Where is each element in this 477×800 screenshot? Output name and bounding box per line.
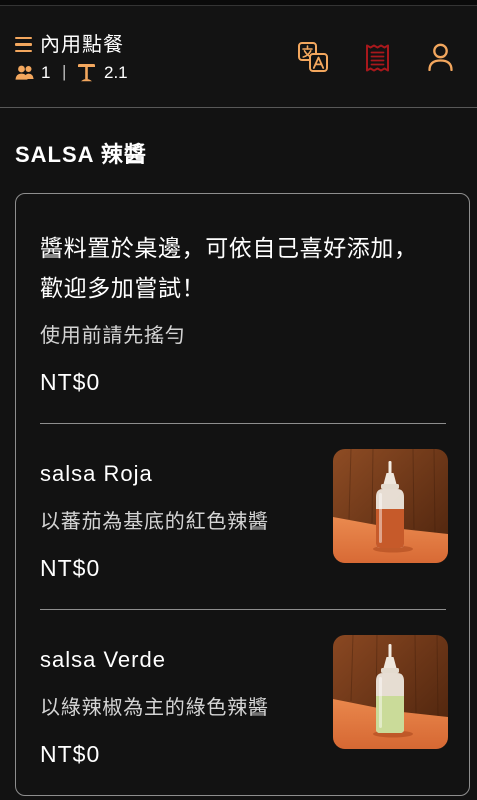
meta-separator: | <box>62 62 67 81</box>
translate-icon[interactable] <box>297 41 329 73</box>
menu-item-salsa-verde[interactable]: salsa Verde 以綠辣椒為主的綠色辣醬 NT$0 <box>40 609 448 795</box>
item-photo <box>333 449 448 563</box>
status-bar-edge <box>0 0 477 6</box>
category-card: 醬料置於桌邊，可依自己喜好添加， 歡迎多加嘗試！ 使用前請先搖勻 NT$0 sa… <box>15 193 470 796</box>
menu-item-salsa-roja[interactable]: salsa Roja 以蕃茄為基底的紅色辣醬 NT$0 <box>40 423 448 609</box>
category-heading: SALSA 辣醬 <box>15 142 147 167</box>
item-name: salsa Roja <box>40 461 153 486</box>
category-price: NT$0 <box>40 369 101 395</box>
guest-count: 1 <box>41 63 51 82</box>
item-price: NT$0 <box>40 741 101 767</box>
page-title: 內用點餐 <box>40 34 124 56</box>
item-description: 以綠辣椒為主的綠色辣醬 <box>40 697 269 719</box>
category-intro: 醬料置於桌邊，可依自己喜好添加， 歡迎多加嘗試！ <box>40 228 418 308</box>
intro-line: 歡迎多加嘗試！ <box>40 275 206 301</box>
item-price: NT$0 <box>40 555 101 581</box>
table-icon <box>78 64 95 82</box>
item-name: salsa Verde <box>40 647 166 672</box>
people-icon <box>15 65 34 80</box>
hamburger-menu-icon[interactable] <box>15 37 32 52</box>
item-description: 以蕃茄為基底的紅色辣醬 <box>40 511 269 533</box>
user-icon[interactable] <box>427 43 454 71</box>
item-photo <box>333 635 448 749</box>
receipt-icon[interactable] <box>364 43 391 73</box>
category-note: 使用前請先搖勻 <box>40 325 186 347</box>
table-number: 2.1 <box>104 63 128 82</box>
intro-line: 醬料置於桌邊，可依自己喜好添加， <box>40 235 418 261</box>
top-bar: 內用點餐 1 | 2.1 <box>0 0 477 108</box>
